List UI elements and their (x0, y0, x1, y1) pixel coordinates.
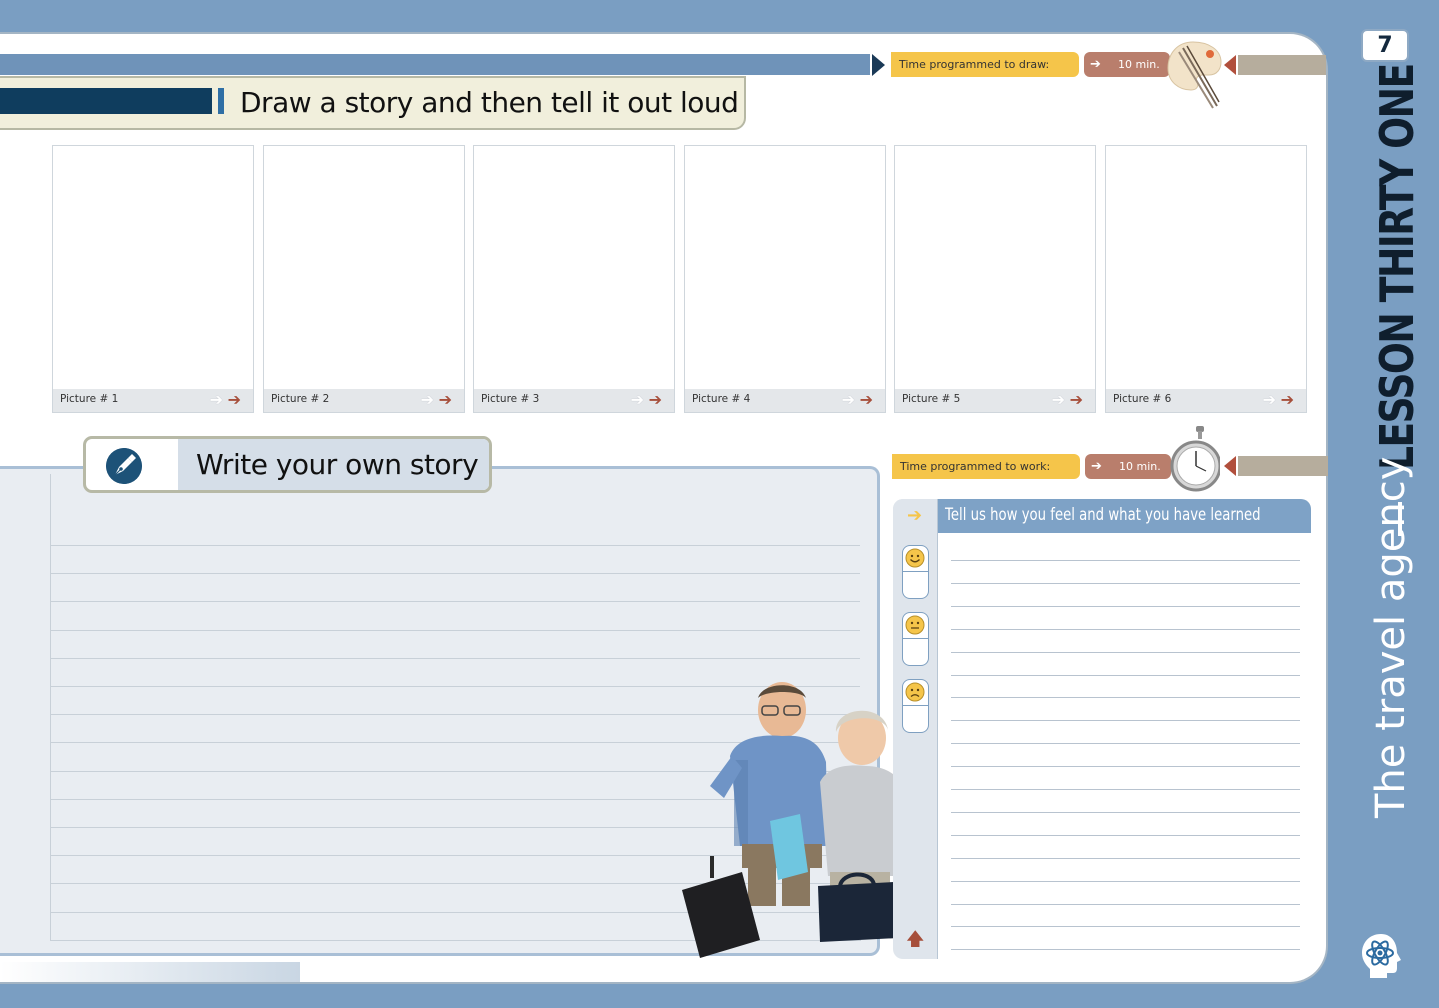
arrow-right-icon: ➔ (648, 390, 662, 409)
bottom-strip (0, 962, 300, 982)
header-bar-arrow (872, 54, 885, 76)
work-time-value-box: ➔ 10 min. (1085, 454, 1171, 479)
arrow-right-icon: ➔ (859, 390, 873, 409)
feedback-divider (937, 499, 938, 959)
feedback-ruled-line (951, 560, 1300, 561)
arrow-up-icon: 🡅 (906, 929, 925, 950)
picture-label: Picture # 3 (481, 393, 540, 405)
page-number: 7 (1361, 29, 1409, 62)
draw-section-title: Draw a story and then tell it out loud (240, 86, 739, 119)
work-time-value: 10 min. (1119, 460, 1161, 473)
picture-label: Picture # 5 (902, 393, 961, 405)
picture-label: Picture # 6 (1113, 393, 1172, 405)
feedback-ruled-line (951, 903, 1300, 905)
story-ruled-line (50, 629, 860, 631)
story-ruled-line (50, 601, 860, 603)
draw-time-value-box: ➔ 10 min. (1084, 52, 1170, 77)
story-ruled-line (50, 573, 860, 575)
picture-label-bar: Picture # 6 ➔ ➔ (1106, 389, 1306, 412)
arrow-right-icon: ➔ (1051, 390, 1065, 409)
checkbox-divider (903, 705, 928, 706)
picture-label-bar: Picture # 3 ➔ ➔ (474, 389, 674, 412)
arrow-right-icon: ➔ (1091, 459, 1102, 474)
arrow-right-icon: ➔ (1280, 390, 1294, 409)
title-accent-line (218, 88, 224, 114)
arrow-right-icon: ➔ (227, 390, 241, 409)
feedback-ruled-line (951, 697, 1300, 699)
feedback-ruled-line (951, 720, 1300, 722)
header-bar (0, 54, 870, 75)
feedback-ruled-line (951, 926, 1300, 928)
story-section-title: Write your own story (196, 448, 479, 481)
story-ruled-line (50, 545, 860, 546)
feedback-ruled-line (951, 582, 1300, 584)
picture-box-1[interactable]: Picture # 1 ➔ ➔ (52, 145, 254, 413)
neutral-face-icon (905, 615, 925, 635)
feedback-ruled-line (951, 949, 1300, 951)
work-time-label: Time programmed to work: (892, 454, 1080, 479)
feedback-ruled-line (951, 628, 1300, 630)
story-ruled-line (50, 657, 860, 659)
lesson-title: LESSON THIRTY ONE (1370, 64, 1424, 470)
feedback-ruled-line (951, 880, 1300, 882)
picture-box-3[interactable]: Picture # 3 ➔ ➔ (473, 145, 675, 413)
arrow-right-icon: ➔ (420, 390, 434, 409)
arrow-right-icon: ➔ (907, 505, 923, 526)
feedback-panel: ➔ Tell us how you feel and what you have… (893, 499, 1311, 959)
stopwatch-icon (1170, 426, 1220, 492)
draw-time-tab (1238, 55, 1326, 75)
title-accent-bar (0, 88, 212, 114)
arrow-right-icon: ➔ (209, 390, 223, 409)
feedback-ruled-line (951, 605, 1300, 607)
feedback-title: Tell us how you feel and what you have l… (945, 505, 1261, 525)
feedback-ruled-line (951, 766, 1300, 768)
picture-label-bar: Picture # 4 ➔ ➔ (685, 389, 885, 412)
atom-head-icon (1362, 934, 1401, 978)
happy-checkbox[interactable] (902, 545, 929, 599)
arrow-right-icon: ➔ (841, 390, 855, 409)
sad-checkbox[interactable] (902, 679, 929, 733)
neutral-checkbox[interactable] (902, 612, 929, 666)
feedback-ruled-line (951, 651, 1300, 653)
picture-box-4[interactable]: Picture # 4 ➔ ➔ (684, 145, 886, 413)
story-header: Write your own story (83, 436, 492, 493)
arrow-right-icon: ➔ (1262, 390, 1276, 409)
pen-icon (106, 448, 142, 484)
arrow-right-icon: ➔ (1069, 390, 1083, 409)
feedback-ruled-line (951, 743, 1300, 745)
feedback-ruled-line (951, 811, 1300, 813)
work-time-notch (1224, 456, 1236, 476)
picture-label: Picture # 2 (271, 393, 330, 405)
feedback-ruled-line (951, 857, 1300, 859)
picture-label-bar: Picture # 5 ➔ ➔ (895, 389, 1095, 412)
travellers-photo (682, 682, 908, 958)
draw-time-notch (1224, 55, 1236, 75)
picture-label-bar: Picture # 2 ➔ ➔ (264, 389, 464, 412)
happy-face-icon (905, 548, 925, 568)
draw-time-label: Time programmed to draw: (891, 52, 1079, 77)
checkbox-divider (903, 638, 928, 639)
checkbox-divider (903, 571, 928, 572)
arrow-right-icon: ➔ (1090, 57, 1101, 72)
palette-icon (1167, 41, 1222, 109)
sad-face-icon (905, 682, 925, 702)
feedback-ruled-line (951, 674, 1300, 676)
picture-box-5[interactable]: Picture # 5 ➔ ➔ (894, 145, 1096, 413)
picture-label: Picture # 1 (60, 393, 119, 405)
lesson-subtitle: The travel agency (1368, 456, 1414, 818)
work-time-tab (1238, 456, 1328, 476)
draw-time-value: 10 min. (1118, 58, 1160, 71)
picture-label: Picture # 4 (692, 393, 751, 405)
arrow-right-icon: ➔ (438, 390, 452, 409)
feedback-ruled-line (951, 834, 1300, 836)
feedback-ruled-line (951, 789, 1300, 790)
picture-box-2[interactable]: Picture # 2 ➔ ➔ (263, 145, 465, 413)
picture-label-bar: Picture # 1 ➔ ➔ (53, 389, 253, 412)
arrow-right-icon: ➔ (630, 390, 644, 409)
picture-box-6[interactable]: Picture # 6 ➔ ➔ (1105, 145, 1307, 413)
